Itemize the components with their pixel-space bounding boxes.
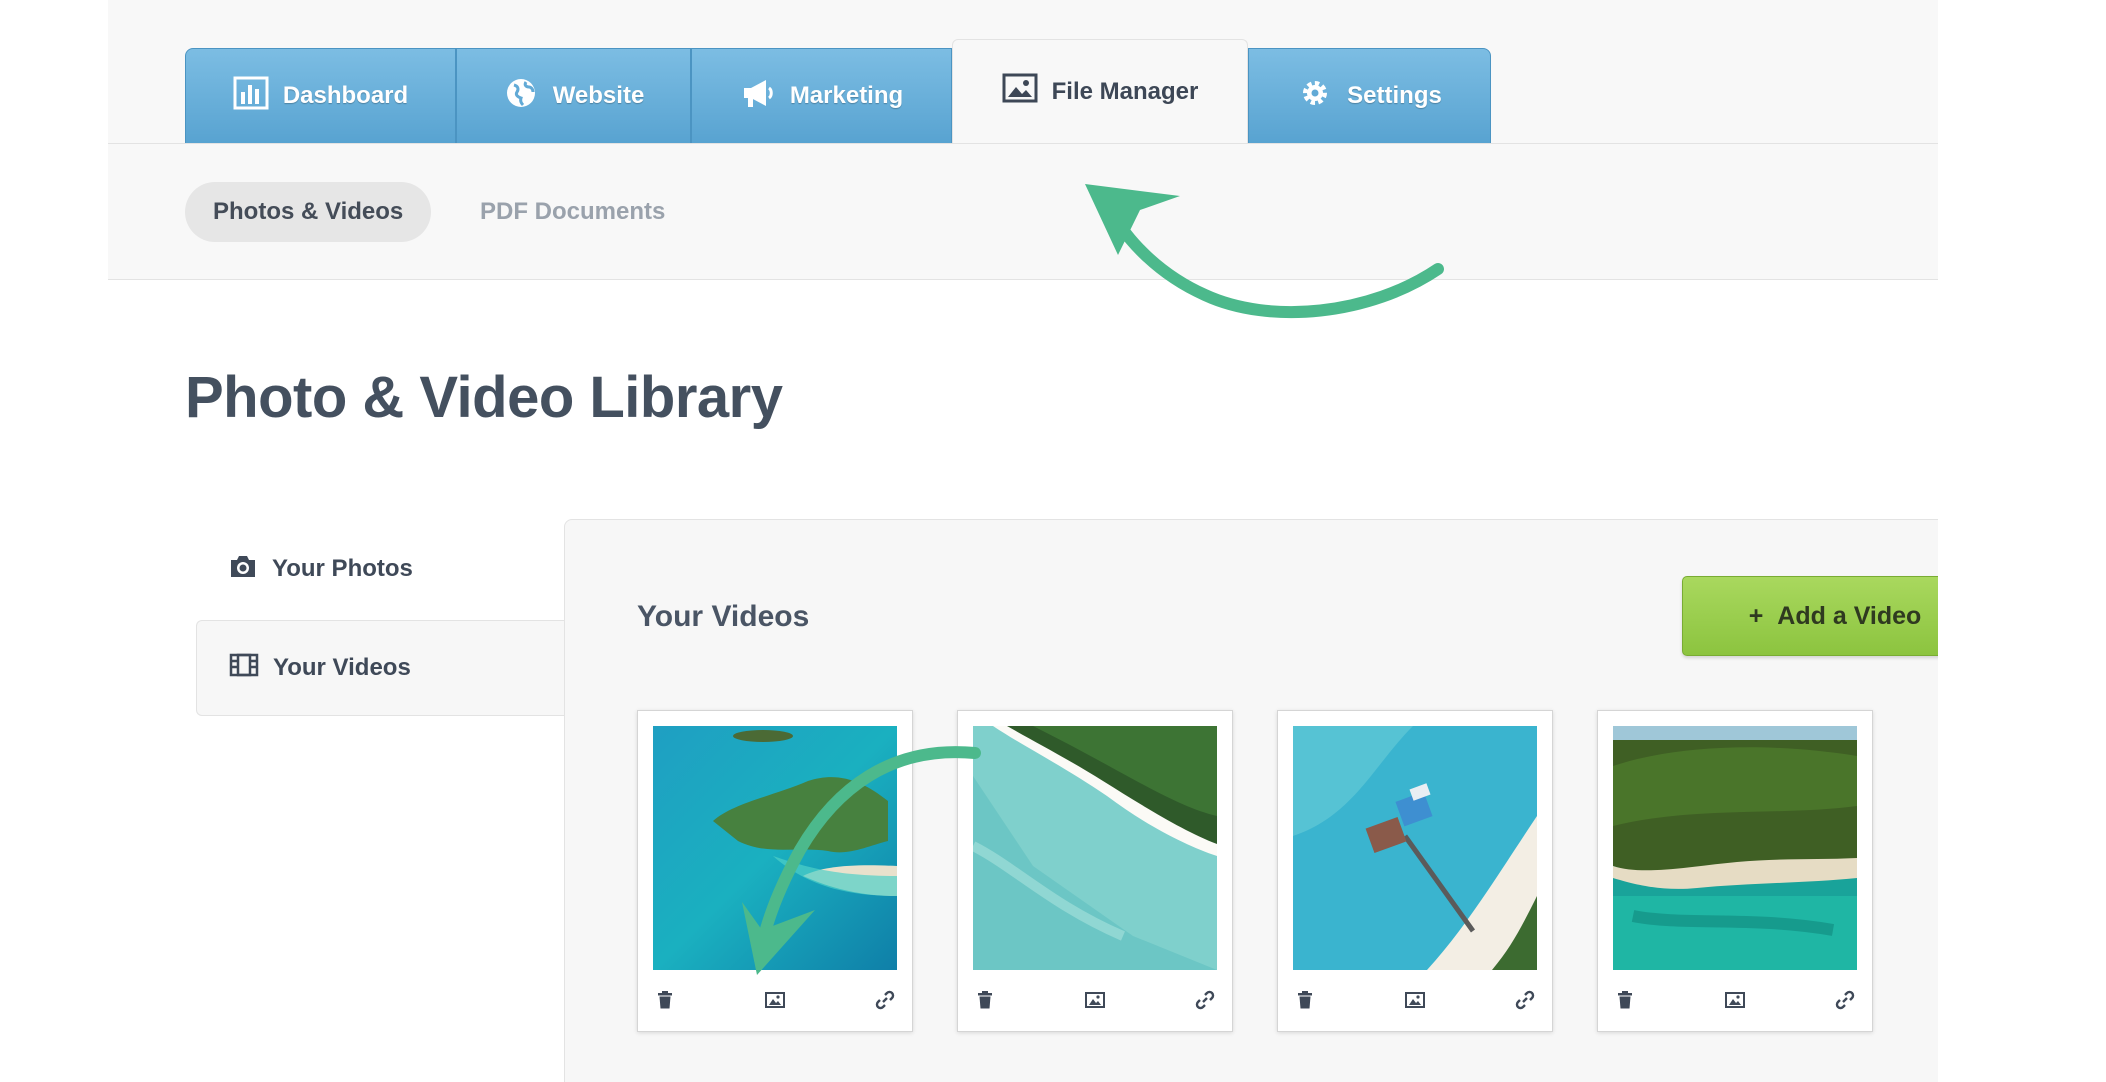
video-card[interactable] (637, 710, 913, 1032)
link-icon[interactable] (1515, 990, 1535, 1015)
video-thumbnail[interactable] (1293, 726, 1537, 970)
camera-icon (228, 553, 258, 586)
gear-icon (1297, 76, 1333, 117)
card-actions (1613, 987, 1857, 1017)
tab-website[interactable]: Website (456, 48, 691, 143)
video-card[interactable] (1597, 710, 1873, 1032)
image-icon[interactable] (1725, 990, 1745, 1015)
tab-marketing[interactable]: Marketing (691, 48, 952, 143)
image-icon (1002, 71, 1038, 112)
sidebar-item-label: Your Videos (273, 654, 411, 681)
image-icon[interactable] (1085, 990, 1105, 1015)
card-actions (1293, 987, 1537, 1017)
bar-chart-icon (233, 76, 269, 117)
video-thumbnail[interactable] (653, 726, 897, 970)
add-video-button[interactable]: + Add a Video (1682, 576, 1938, 656)
link-icon[interactable] (875, 990, 895, 1015)
card-actions (973, 987, 1217, 1017)
app-frame: Dashboard Website Marketing File Manager (108, 0, 1938, 1082)
sub-navigation: Photos & Videos PDF Documents (108, 144, 1938, 280)
tab-settings[interactable]: Settings (1248, 48, 1491, 143)
image-icon[interactable] (765, 990, 785, 1015)
film-icon (229, 652, 259, 685)
top-navigation-bar: Dashboard Website Marketing File Manager (108, 0, 1938, 144)
link-icon[interactable] (1835, 990, 1855, 1015)
trash-icon[interactable] (1615, 990, 1635, 1015)
video-grid (637, 710, 1873, 1032)
plus-icon: + (1748, 601, 1764, 630)
video-thumbnail[interactable] (973, 726, 1217, 970)
subnav-pdf-documents[interactable]: PDF Documents (480, 182, 665, 242)
video-thumbnail[interactable] (1613, 726, 1857, 970)
card-actions (653, 987, 897, 1017)
sidebar-item-label: Your Photos (272, 555, 413, 582)
sidebar-item-your-photos[interactable]: Your Photos (196, 521, 576, 617)
tab-label: Marketing (789, 82, 904, 109)
trash-icon[interactable] (975, 990, 995, 1015)
tab-file-manager[interactable]: File Manager (952, 39, 1248, 143)
trash-icon[interactable] (1295, 990, 1315, 1015)
videos-panel: Your Videos + Add a Video (564, 519, 1938, 1082)
video-card[interactable] (957, 710, 1233, 1032)
tab-dashboard[interactable]: Dashboard (185, 48, 456, 143)
subnav-photos-videos[interactable]: Photos & Videos (185, 182, 432, 242)
globe-icon (503, 76, 539, 117)
megaphone-icon (740, 76, 776, 117)
add-video-label: Add a Video (1777, 601, 1922, 630)
image-icon[interactable] (1405, 990, 1425, 1015)
page-title: Photo & Video Library (185, 365, 783, 430)
section-title: Your Videos (637, 600, 810, 633)
tab-label: File Manager (1051, 77, 1199, 105)
link-icon[interactable] (1195, 990, 1215, 1015)
tab-label: Settings (1347, 82, 1442, 109)
main-tabs: Dashboard Website Marketing File Manager (185, 39, 1491, 144)
video-card[interactable] (1277, 710, 1553, 1032)
tab-label: Website (552, 82, 645, 109)
tab-label: Dashboard (282, 82, 409, 109)
sidebar-item-your-videos[interactable]: Your Videos (196, 620, 576, 716)
trash-icon[interactable] (655, 990, 675, 1015)
